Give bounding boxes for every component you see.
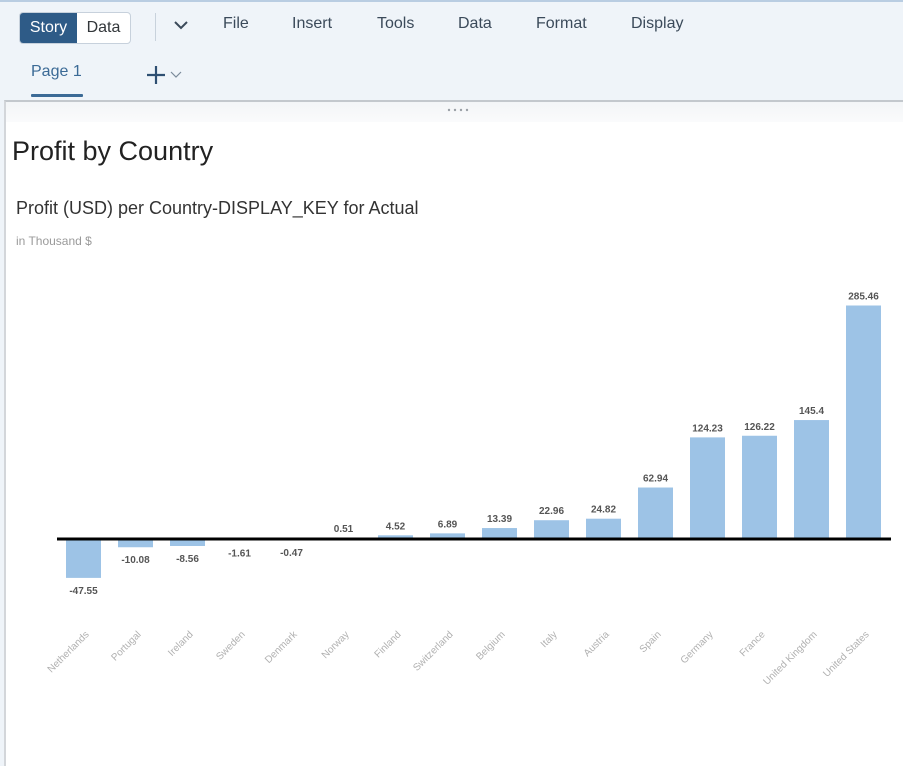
data-label: 13.39: [487, 514, 512, 525]
data-label: 24.82: [591, 505, 616, 516]
chevron-down-icon: [174, 21, 188, 30]
tab-page-1[interactable]: Page 1: [31, 63, 82, 81]
add-page-button[interactable]: [146, 62, 186, 86]
toolbar: Story Data File Insert Tools Data Format…: [0, 2, 903, 50]
bar-belgium[interactable]: [482, 528, 517, 539]
bar-austria[interactable]: [586, 518, 621, 539]
story-mode-button[interactable]: Story: [20, 13, 77, 43]
story-canvas: Profit by Country Profit (USD) per Count…: [4, 100, 903, 766]
collapse-menu-button[interactable]: [172, 15, 190, 35]
data-label: 124.23: [692, 423, 723, 434]
menu-display[interactable]: Display: [631, 15, 683, 33]
x-tick-label: United Kingdom: [762, 629, 820, 687]
x-tick-label: Austria: [582, 629, 612, 659]
x-tick-label: United States: [821, 629, 871, 679]
data-label: 6.89: [438, 519, 458, 530]
x-tick-label: Belgium: [474, 629, 507, 662]
mode-toggle: Story Data: [19, 12, 131, 44]
data-label: -10.08: [121, 555, 150, 566]
x-tick-label: Ireland: [166, 629, 195, 658]
x-tick-label: Denmark: [263, 629, 300, 666]
bar-netherlands[interactable]: [66, 539, 101, 578]
data-label: -1.61: [228, 548, 251, 559]
page-tabs: Page 1: [0, 55, 903, 99]
x-tick-label: Norway: [320, 629, 352, 661]
data-label: 126.22: [744, 422, 775, 433]
x-tick-label: Germany: [679, 629, 716, 666]
x-tick-label: Spain: [638, 629, 664, 655]
data-label: 0.51: [334, 524, 354, 535]
bar-united-kingdom[interactable]: [794, 420, 829, 539]
x-tick-label: France: [738, 629, 768, 659]
data-label: 285.46: [848, 291, 879, 302]
data-label: 22.96: [539, 506, 564, 517]
data-label: 4.52: [386, 521, 406, 532]
menu-format[interactable]: Format: [536, 15, 587, 33]
data-mode-button[interactable]: Data: [77, 13, 130, 43]
x-tick-label: Italy: [539, 629, 560, 650]
data-label: -0.47: [280, 548, 303, 559]
x-tick-label: Portugal: [110, 629, 144, 663]
plus-icon: [147, 66, 182, 84]
bar-chart[interactable]: -47.55 Netherlands -10.08 Portugal -8.56 Irel…: [6, 102, 903, 766]
data-label: 145.4: [799, 406, 824, 417]
data-label: -47.55: [69, 586, 98, 597]
toolbar-divider: [155, 13, 156, 41]
data-label: 62.94: [643, 474, 668, 485]
active-tab-indicator: [31, 94, 83, 97]
x-tick-label: Switzerland: [411, 629, 455, 673]
x-tick-label: Netherlands: [46, 629, 92, 675]
bar-spain[interactable]: [638, 487, 673, 539]
x-tick-label: Finland: [373, 629, 404, 660]
menu-file[interactable]: File: [223, 15, 249, 33]
menu-tools[interactable]: Tools: [377, 15, 414, 33]
menu-data[interactable]: Data: [458, 15, 492, 33]
bar-italy[interactable]: [534, 520, 569, 539]
x-tick-label: Sweden: [214, 629, 247, 662]
bar-france[interactable]: [742, 435, 777, 539]
data-label: -8.56: [176, 554, 199, 565]
bar-united-states[interactable]: [846, 305, 881, 539]
menu-insert[interactable]: Insert: [292, 15, 332, 33]
bar-germany[interactable]: [690, 437, 725, 539]
